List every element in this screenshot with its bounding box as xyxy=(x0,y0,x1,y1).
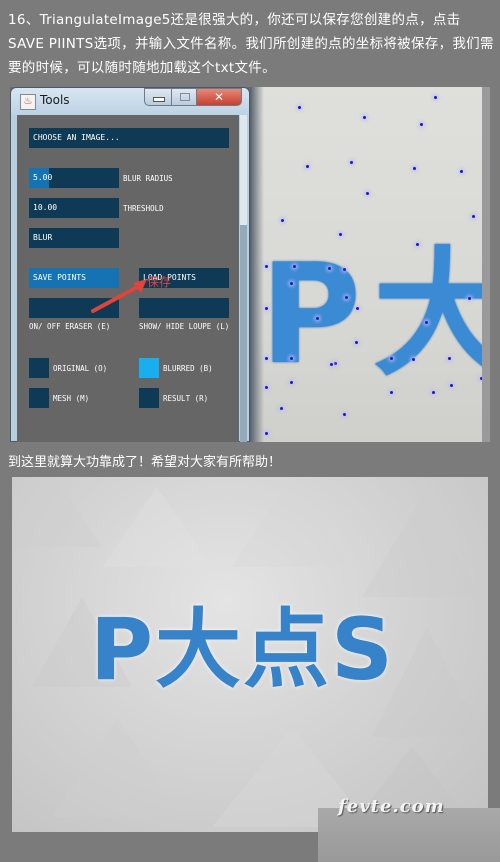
canvas-preview[interactable]: P大 xyxy=(250,87,490,442)
mesh-point[interactable] xyxy=(355,341,358,344)
mesh-point[interactable] xyxy=(416,243,419,246)
watermark: fevte.com xyxy=(338,796,445,817)
java-icon: ♨ xyxy=(20,94,36,110)
scrollbar-thumb[interactable] xyxy=(240,225,247,442)
mesh-point[interactable] xyxy=(363,116,366,119)
threshold-value: 10.00 xyxy=(33,203,58,212)
scrollbar[interactable] xyxy=(240,115,247,442)
blur-radius-label: BLUR RADIUS xyxy=(123,174,173,183)
mesh-point[interactable] xyxy=(448,357,451,360)
mesh-point[interactable] xyxy=(290,282,293,285)
mesh-label: MESH (M) xyxy=(53,394,90,403)
blurred-checkbox[interactable] xyxy=(139,358,159,378)
result-checkbox[interactable] xyxy=(139,388,159,408)
screenshot-tools: P大 ♨ Tools ✕ CHOOSE AN IMAGE... 5.00 BLU… xyxy=(10,87,490,442)
mesh-point[interactable] xyxy=(420,123,423,126)
mesh-point[interactable] xyxy=(390,391,393,394)
mesh-point[interactable] xyxy=(345,296,348,299)
mesh-point[interactable] xyxy=(356,307,359,310)
mesh-point[interactable] xyxy=(432,391,435,394)
canvas-edge xyxy=(482,87,490,442)
threshold-label: THRESHOLD xyxy=(123,204,164,213)
mesh-point[interactable] xyxy=(281,219,284,222)
tools-panel: CHOOSE AN IMAGE... 5.00 BLUR RADIUS 10.0… xyxy=(17,115,239,442)
eraser-label: ON/ OFF ERASER (E) xyxy=(29,322,111,331)
blur-radius-slider[interactable]: 5.00 xyxy=(29,168,119,188)
mesh-point[interactable] xyxy=(450,384,453,387)
mesh-point[interactable] xyxy=(413,167,416,170)
mesh-point[interactable] xyxy=(343,268,346,271)
mesh-point[interactable] xyxy=(265,386,268,389)
mesh-point[interactable] xyxy=(306,165,309,168)
lowpoly-triangle xyxy=(52,717,182,817)
mesh-point[interactable] xyxy=(472,215,475,218)
mesh-point[interactable] xyxy=(265,357,268,360)
mesh-point[interactable] xyxy=(290,381,293,384)
mesh-point[interactable] xyxy=(339,233,342,236)
mesh-point[interactable] xyxy=(434,96,437,99)
closing-caption: 到这里就算大功靠成了！希望对大家有所帮助！ xyxy=(8,455,282,470)
mesh-point[interactable] xyxy=(280,407,283,410)
loupe-label: SHOW/ HIDE LOUPE (L) xyxy=(139,322,230,331)
minimize-button[interactable] xyxy=(144,88,172,106)
result-label: RESULT (R) xyxy=(163,394,209,403)
mesh-point[interactable] xyxy=(460,170,463,173)
mesh-point[interactable] xyxy=(290,357,293,360)
annotation-label: 保存 xyxy=(147,275,172,289)
mesh-point[interactable] xyxy=(350,161,353,164)
blurred-label: BLURRED (B) xyxy=(163,364,213,373)
lowpoly-triangle xyxy=(232,477,352,567)
mesh-point[interactable] xyxy=(468,297,471,300)
mesh-checkbox[interactable] xyxy=(29,388,49,408)
choose-image-button[interactable]: CHOOSE AN IMAGE... xyxy=(29,128,229,148)
window-title: Tools xyxy=(40,93,70,107)
intro-paragraph: 16、TriangulateImage5还是很强大的，你还可以保存您创建的点，点… xyxy=(8,12,494,76)
mesh-point[interactable] xyxy=(334,362,337,365)
lowpoly-triangle xyxy=(12,477,102,547)
mesh-point[interactable] xyxy=(316,317,319,320)
tools-window: ♨ Tools ✕ CHOOSE AN IMAGE... 5.00 BLUR R… xyxy=(10,87,250,442)
mesh-point[interactable] xyxy=(265,307,268,310)
blur-radius-value: 5.00 xyxy=(33,173,53,182)
mesh-point[interactable] xyxy=(330,363,333,366)
mesh-point[interactable] xyxy=(366,192,369,195)
blur-button[interactable]: BLUR xyxy=(29,228,119,248)
original-checkbox[interactable] xyxy=(29,358,49,378)
mesh-point[interactable] xyxy=(265,432,268,435)
mesh-point[interactable] xyxy=(425,321,428,324)
mesh-point[interactable] xyxy=(412,358,415,361)
mesh-point[interactable] xyxy=(343,413,346,416)
threshold-slider[interactable]: 10.00 xyxy=(29,198,119,218)
result-lowpoly-text: P大点S xyxy=(90,600,395,700)
close-button[interactable]: ✕ xyxy=(196,88,242,106)
maximize-button[interactable] xyxy=(171,88,197,106)
result-image: P大点S xyxy=(12,477,488,832)
original-label: ORIGINAL (O) xyxy=(53,364,108,373)
mesh-point[interactable] xyxy=(328,267,331,270)
mesh-point[interactable] xyxy=(265,265,268,268)
lowpoly-triangle xyxy=(362,497,482,597)
mesh-point[interactable] xyxy=(390,357,393,360)
mesh-point[interactable] xyxy=(298,106,301,109)
title-bar[interactable]: ♨ Tools ✕ xyxy=(11,88,249,115)
preview-letters: P大 xyxy=(260,234,490,395)
lowpoly-triangle xyxy=(102,487,212,567)
mesh-point[interactable] xyxy=(293,265,296,268)
